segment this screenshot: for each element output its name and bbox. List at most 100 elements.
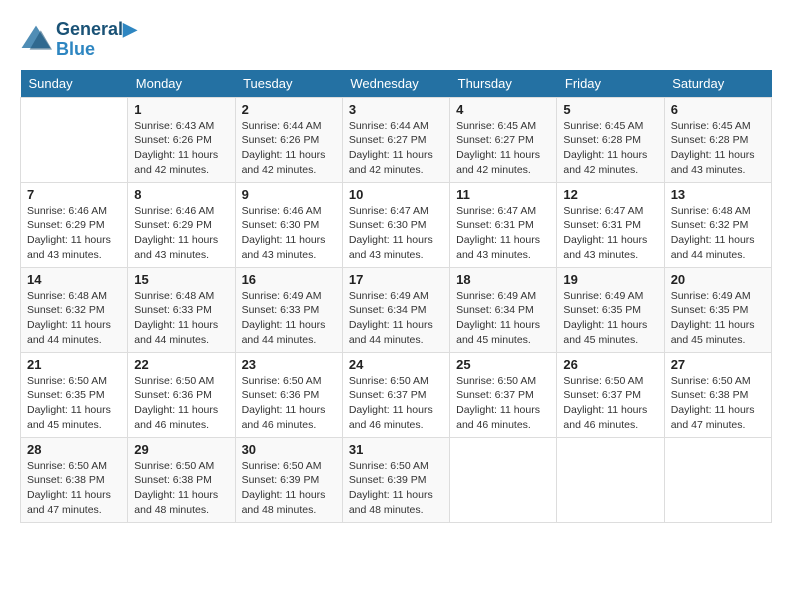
calendar-cell: 22 Sunrise: 6:50 AMSunset: 6:36 PMDayligh…: [128, 352, 235, 437]
day-info: Sunrise: 6:50 AMSunset: 6:37 PMDaylight:…: [349, 374, 443, 433]
calendar-cell: 9 Sunrise: 6:46 AMSunset: 6:30 PMDaylight…: [235, 182, 342, 267]
day-info: Sunrise: 6:50 AMSunset: 6:39 PMDaylight:…: [242, 459, 336, 518]
day-number: 23: [242, 357, 336, 372]
calendar-cell: [664, 437, 771, 522]
day-info: Sunrise: 6:43 AMSunset: 6:26 PMDaylight:…: [134, 119, 228, 178]
calendar-cell: 7 Sunrise: 6:46 AMSunset: 6:29 PMDaylight…: [21, 182, 128, 267]
weekday-header-monday: Monday: [128, 70, 235, 98]
day-info: Sunrise: 6:44 AMSunset: 6:27 PMDaylight:…: [349, 119, 443, 178]
calendar-cell: 18Sunrise: 6:49 AMSunset: 6:34 PMDayligh…: [450, 267, 557, 352]
day-number: 15: [134, 272, 228, 287]
day-info: Sunrise: 6:48 AMSunset: 6:32 PMDaylight:…: [671, 204, 765, 263]
day-info: Sunrise: 6:46 AMSunset: 6:29 PMDaylight:…: [134, 204, 228, 263]
calendar-cell: 17Sunrise: 6:49 AMSunset: 6:34 PMDayligh…: [342, 267, 449, 352]
calendar-cell: 29 Sunrise: 6:50 AMSunset: 6:38 PMDayligh…: [128, 437, 235, 522]
calendar-cell: 21 Sunrise: 6:50 AMSunset: 6:35 PMDayligh…: [21, 352, 128, 437]
day-number: 1: [134, 102, 228, 117]
weekday-header-saturday: Saturday: [664, 70, 771, 98]
day-number: 12: [563, 187, 657, 202]
calendar-cell: 14 Sunrise: 6:48 AMSunset: 6:32 PMDayligh…: [21, 267, 128, 352]
day-number: 17: [349, 272, 443, 287]
day-info: Sunrise: 6:44 AMSunset: 6:26 PMDaylight:…: [242, 119, 336, 178]
day-number: 30: [242, 442, 336, 457]
day-info: Sunrise: 6:46 AMSunset: 6:29 PMDaylight:…: [27, 204, 121, 263]
logo: General▶ Blue: [20, 20, 137, 60]
calendar-week-row: 21 Sunrise: 6:50 AMSunset: 6:35 PMDayligh…: [21, 352, 772, 437]
day-number: 9: [242, 187, 336, 202]
day-info: Sunrise: 6:45 AMSunset: 6:28 PMDaylight:…: [563, 119, 657, 178]
day-number: 14: [27, 272, 121, 287]
day-number: 28: [27, 442, 121, 457]
calendar-cell: 4 Sunrise: 6:45 AMSunset: 6:27 PMDaylight…: [450, 97, 557, 182]
day-info: Sunrise: 6:49 AMSunset: 6:33 PMDaylight:…: [242, 289, 336, 348]
calendar-cell: 31 Sunrise: 6:50 AMSunset: 6:39 PMDayligh…: [342, 437, 449, 522]
calendar-cell: 25 Sunrise: 6:50 AMSunset: 6:37 PMDayligh…: [450, 352, 557, 437]
calendar-cell: 28 Sunrise: 6:50 AMSunset: 6:38 PMDayligh…: [21, 437, 128, 522]
weekday-header-wednesday: Wednesday: [342, 70, 449, 98]
day-info: Sunrise: 6:50 AMSunset: 6:38 PMDaylight:…: [134, 459, 228, 518]
page-header: General▶ Blue: [20, 20, 772, 60]
day-number: 7: [27, 187, 121, 202]
day-number: 2: [242, 102, 336, 117]
day-info: Sunrise: 6:48 AMSunset: 6:33 PMDaylight:…: [134, 289, 228, 348]
weekday-header-tuesday: Tuesday: [235, 70, 342, 98]
calendar-cell: 2 Sunrise: 6:44 AMSunset: 6:26 PMDaylight…: [235, 97, 342, 182]
calendar-cell: 12 Sunrise: 6:47 AMSunset: 6:31 PMDayligh…: [557, 182, 664, 267]
day-number: 3: [349, 102, 443, 117]
weekday-header-sunday: Sunday: [21, 70, 128, 98]
day-number: 6: [671, 102, 765, 117]
day-info: Sunrise: 6:47 AMSunset: 6:31 PMDaylight:…: [563, 204, 657, 263]
calendar-cell: 6 Sunrise: 6:45 AMSunset: 6:28 PMDaylight…: [664, 97, 771, 182]
calendar-cell: 10Sunrise: 6:47 AMSunset: 6:30 PMDayligh…: [342, 182, 449, 267]
day-info: Sunrise: 6:50 AMSunset: 6:36 PMDaylight:…: [242, 374, 336, 433]
weekday-header-friday: Friday: [557, 70, 664, 98]
weekday-header-row: SundayMondayTuesdayWednesdayThursdayFrid…: [21, 70, 772, 98]
day-info: Sunrise: 6:50 AMSunset: 6:39 PMDaylight:…: [349, 459, 443, 518]
day-info: Sunrise: 6:50 AMSunset: 6:37 PMDaylight:…: [563, 374, 657, 433]
day-info: Sunrise: 6:47 AMSunset: 6:30 PMDaylight:…: [349, 204, 443, 263]
day-number: 31: [349, 442, 443, 457]
day-info: Sunrise: 6:46 AMSunset: 6:30 PMDaylight:…: [242, 204, 336, 263]
day-number: 11: [456, 187, 550, 202]
calendar-week-row: 28 Sunrise: 6:50 AMSunset: 6:38 PMDayligh…: [21, 437, 772, 522]
calendar-cell: 8 Sunrise: 6:46 AMSunset: 6:29 PMDaylight…: [128, 182, 235, 267]
day-info: Sunrise: 6:47 AMSunset: 6:31 PMDaylight:…: [456, 204, 550, 263]
day-info: Sunrise: 6:50 AMSunset: 6:36 PMDaylight:…: [134, 374, 228, 433]
day-info: Sunrise: 6:50 AMSunset: 6:38 PMDaylight:…: [27, 459, 121, 518]
calendar-week-row: 7 Sunrise: 6:46 AMSunset: 6:29 PMDaylight…: [21, 182, 772, 267]
day-number: 19: [563, 272, 657, 287]
day-number: 22: [134, 357, 228, 372]
calendar-table: SundayMondayTuesdayWednesdayThursdayFrid…: [20, 70, 772, 523]
day-number: 4: [456, 102, 550, 117]
day-number: 20: [671, 272, 765, 287]
calendar-cell: 3 Sunrise: 6:44 AMSunset: 6:27 PMDaylight…: [342, 97, 449, 182]
logo-text: General▶ Blue: [56, 20, 137, 60]
day-info: Sunrise: 6:49 AMSunset: 6:35 PMDaylight:…: [563, 289, 657, 348]
day-number: 18: [456, 272, 550, 287]
day-number: 5: [563, 102, 657, 117]
day-info: Sunrise: 6:48 AMSunset: 6:32 PMDaylight:…: [27, 289, 121, 348]
calendar-cell: [450, 437, 557, 522]
day-number: 29: [134, 442, 228, 457]
calendar-cell: 27 Sunrise: 6:50 AMSunset: 6:38 PMDayligh…: [664, 352, 771, 437]
calendar-cell: [557, 437, 664, 522]
day-info: Sunrise: 6:49 AMSunset: 6:35 PMDaylight:…: [671, 289, 765, 348]
day-number: 8: [134, 187, 228, 202]
day-number: 27: [671, 357, 765, 372]
calendar-cell: 15 Sunrise: 6:48 AMSunset: 6:33 PMDayligh…: [128, 267, 235, 352]
day-number: 21: [27, 357, 121, 372]
day-info: Sunrise: 6:50 AMSunset: 6:37 PMDaylight:…: [456, 374, 550, 433]
day-info: Sunrise: 6:45 AMSunset: 6:28 PMDaylight:…: [671, 119, 765, 178]
calendar-cell: 30 Sunrise: 6:50 AMSunset: 6:39 PMDayligh…: [235, 437, 342, 522]
day-info: Sunrise: 6:50 AMSunset: 6:38 PMDaylight:…: [671, 374, 765, 433]
day-number: 25: [456, 357, 550, 372]
day-info: Sunrise: 6:50 AMSunset: 6:35 PMDaylight:…: [27, 374, 121, 433]
calendar-cell: 19 Sunrise: 6:49 AMSunset: 6:35 PMDayligh…: [557, 267, 664, 352]
calendar-cell: 5 Sunrise: 6:45 AMSunset: 6:28 PMDaylight…: [557, 97, 664, 182]
calendar-cell: 26Sunrise: 6:50 AMSunset: 6:37 PMDayligh…: [557, 352, 664, 437]
calendar-cell: 1 Sunrise: 6:43 AMSunset: 6:26 PMDaylight…: [128, 97, 235, 182]
calendar-cell: [21, 97, 128, 182]
calendar-week-row: 1 Sunrise: 6:43 AMSunset: 6:26 PMDaylight…: [21, 97, 772, 182]
day-info: Sunrise: 6:45 AMSunset: 6:27 PMDaylight:…: [456, 119, 550, 178]
day-number: 13: [671, 187, 765, 202]
